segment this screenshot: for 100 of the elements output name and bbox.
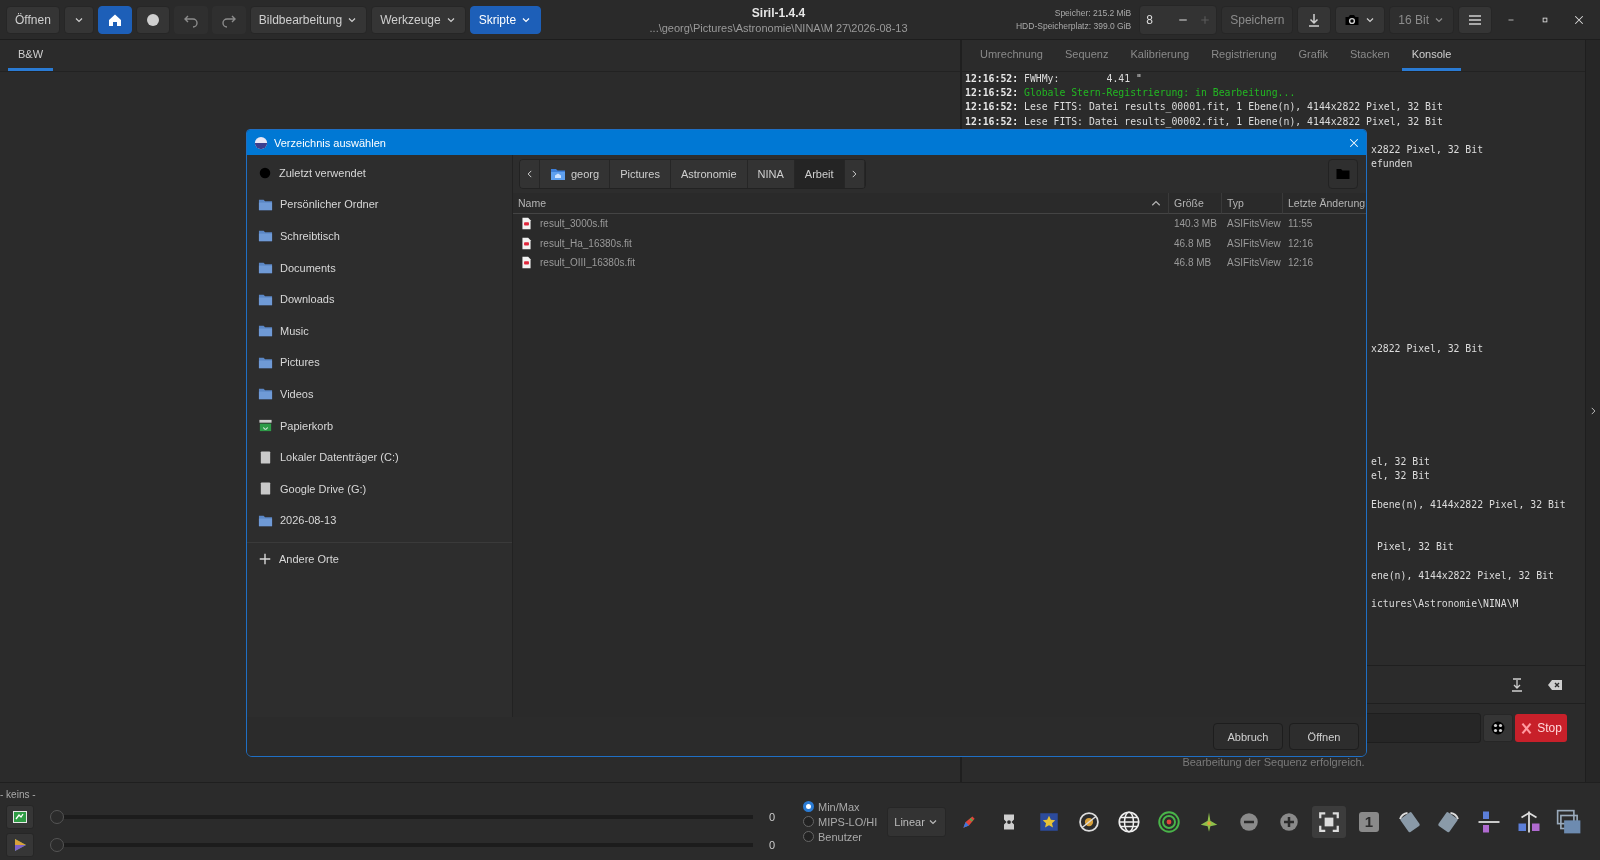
path-button[interactable]: Arbeit [794,160,845,188]
folder-icon [258,323,273,339]
plus-icon [258,551,272,566]
file-name[interactable]: result_OIII_16380s.fit [540,256,636,268]
app-logo-icon [254,135,268,150]
sidebar-item[interactable]: Documents [247,251,512,284]
table-cell-text: 12:16 [1287,236,1315,251]
sidebar-item[interactable]: Zuletzt verwendet [247,157,512,189]
export-button[interactable] [1297,5,1332,34]
sidebar-item[interactable]: Downloads [247,283,512,315]
folder-icon [258,386,273,402]
log-time: 12:16:52: [965,73,1019,84]
image-tab[interactable]: B&W [8,40,54,71]
slider-value: 0 [768,811,775,823]
dialog-button[interactable]: Öffnen [1289,723,1359,750]
image-button[interactable] [6,805,34,829]
sidebar-item[interactable]: Schreibtisch [247,220,512,252]
stop-button[interactable]: Stop [1515,714,1567,742]
trash-icon [258,418,273,434]
file-icon [520,217,533,231]
panel-tab[interactable]: Sequenz [1055,40,1119,71]
other-locations-item[interactable]: Andere Orte [247,543,512,575]
panel-tab[interactable]: Registrierung [1201,40,1287,71]
column-header[interactable]: Name [513,193,1168,214]
panel-tab[interactable]: Umrechnung [970,40,1053,71]
fit-to-window-icon [1318,811,1339,832]
fit-tool-button[interactable] [1311,805,1346,838]
record-button[interactable] [135,5,170,34]
log-message: Ebene(n), 4144x2822 Pixel, 32 Bit [1371,498,1566,510]
log-time: 12:16:52: [965,87,1019,99]
close-icon [1573,13,1585,26]
panel-tab[interactable]: Stacken [1339,40,1400,71]
mirror-vertical-icon [1516,809,1541,834]
snapshot-button[interactable] [1335,5,1386,34]
log-message: el, 32 Bit [1371,470,1430,482]
folder-icon [550,166,566,182]
image-name-label: - keins - [0,788,37,802]
sidebar-item[interactable]: Videos [247,378,512,410]
mode-radio[interactable]: MIPS-LO/HI [803,815,878,828]
table-cell-text: 140.3 MB [1173,217,1218,232]
slider-value: 0 [768,839,775,851]
home-button[interactable] [97,5,132,34]
open-button[interactable]: Öffnen [6,5,60,34]
file-name[interactable]: result_Ha_16380s.fit [540,237,632,249]
sidebar-item[interactable]: 2026-08-13 [247,504,512,537]
rotate-left-icon [1396,809,1421,834]
menu-dropdown[interactable]: Werkzeuge [371,5,466,34]
mode-radio[interactable]: Benutzer [803,830,878,843]
column-header[interactable]: Größe [1168,193,1221,214]
crosshair-icon [1490,720,1506,736]
log-message: ictures\Astronomie\NINA\M [1371,597,1519,609]
sidebar-item[interactable]: Pictures [247,346,512,379]
file-name[interactable]: result_3000s.fit [540,218,608,230]
sidebar-item[interactable]: Papierkorb [247,409,512,442]
table-cell-text: ASIFitsView [1226,255,1282,270]
table-cell-text: 11:55 [1287,217,1314,232]
circle-icon [144,11,161,28]
log-message: Globale Stern-Registrierung: in Bearbeitung... [1024,87,1296,99]
table-cell-text: 46.8 MB [1173,236,1213,251]
scale-dropdown[interactable]: Linear [887,806,946,837]
bullseye-icon [1156,809,1181,834]
zoom-actual-size-button[interactable]: 1 [1351,805,1386,838]
mode-radio[interactable]: Min/Max [803,800,878,813]
log-message: ene(n), 4144x2822 Pixel, 32 Bit [1371,569,1554,581]
log-message: x2822 Pixel, 32 Bit [1371,143,1484,155]
column-header[interactable]: Letzte Änderung [1282,193,1366,214]
column-header[interactable]: Typ [1221,193,1282,214]
log-time: 12:16:52: [965,115,1019,127]
dialog-button[interactable]: Abbruch [1213,723,1283,750]
threads-spinbox[interactable]: 8 [1139,4,1218,35]
sidebar-item[interactable]: Music [247,314,512,347]
color-button[interactable] [6,833,34,857]
drive-icon [258,481,273,497]
dialog-title: Verzeichnis auswählen [274,136,387,149]
panel-tab[interactable]: Grafik [1288,40,1338,71]
menu-button[interactable] [1458,5,1492,34]
menu-dropdown[interactable]: Bildbearbeitung [249,5,368,34]
panel-tab[interactable]: Konsole [1401,40,1462,71]
path-button[interactable]: Pictures [610,160,671,188]
sidebar-item[interactable]: Lokaler Datenträger (C:) [247,441,512,473]
table-cell-text: ASIFitsView [1226,217,1282,232]
slider-thumb[interactable] [49,838,64,852]
panel-tab[interactable]: Kalibrierung [1120,40,1200,71]
sidebar-item[interactable]: Google Drive (G:) [247,472,512,505]
planet-icon [1077,810,1100,833]
photo-icon [11,809,28,825]
path-button[interactable]: georg [540,160,611,188]
menu-dropdown[interactable]: Skripte [469,5,542,34]
path-button[interactable]: NINA [747,160,795,188]
slider-thumb[interactable] [49,810,64,824]
drive-icon [258,449,273,465]
close-icon [1348,136,1360,149]
path-button[interactable]: Astronomie [670,160,748,188]
table-cell-text: 12:16 [1287,255,1315,270]
file-path: ...\georg\Pictures\Astronomie\NINA\M 27\2026-08-13 [649,21,908,34]
sidebar-item[interactable]: Persönlicher Ordner [247,188,512,221]
script-button[interactable] [1483,714,1513,742]
table-cell-text: 46.8 MB [1173,255,1213,270]
download-icon [1509,676,1525,693]
log-message: x2822 Pixel, 32 Bit [1371,342,1484,354]
